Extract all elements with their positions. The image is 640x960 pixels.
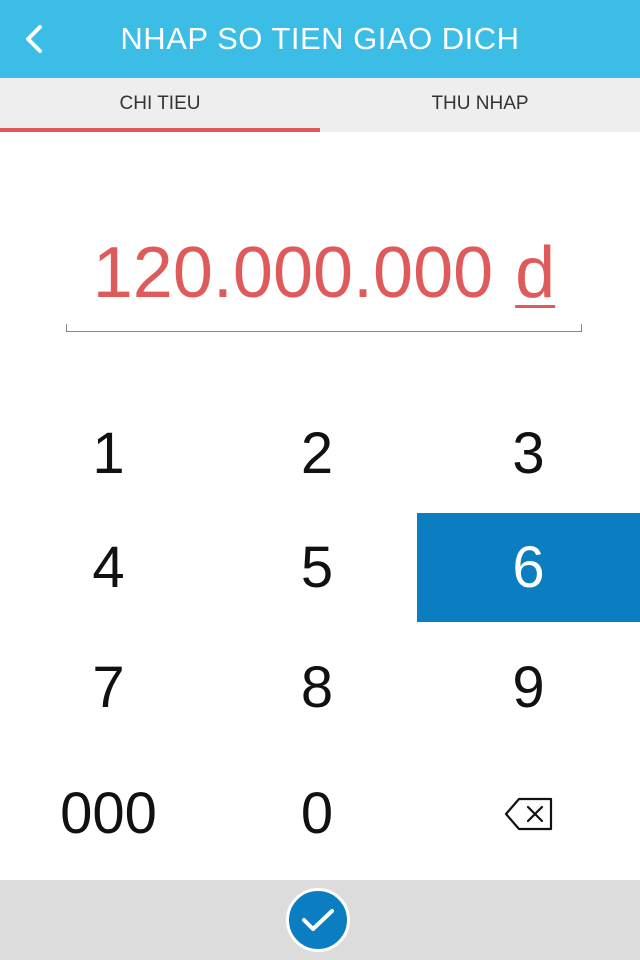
key-2[interactable]: 2 bbox=[217, 394, 417, 513]
currency-symbol: d bbox=[515, 233, 556, 313]
tab-bar: CHI TIEU THU NHAP bbox=[0, 78, 640, 132]
backspace-button[interactable] bbox=[417, 753, 640, 874]
key-5[interactable]: 5 bbox=[217, 513, 417, 622]
checkmark-icon bbox=[302, 909, 334, 931]
key-000[interactable]: 000 bbox=[0, 753, 217, 874]
confirm-button[interactable] bbox=[286, 888, 350, 952]
key-1[interactable]: 1 bbox=[0, 394, 217, 513]
key-3[interactable]: 3 bbox=[417, 394, 640, 513]
key-0[interactable]: 0 bbox=[217, 753, 417, 874]
key-9[interactable]: 9 bbox=[417, 622, 640, 753]
amount-display: 120.000.000 d bbox=[66, 228, 582, 332]
active-tab-indicator bbox=[0, 128, 320, 132]
amount-underline bbox=[66, 324, 582, 332]
amount-text: 120.000.000 d bbox=[66, 228, 582, 318]
tab-label: THU NHAP bbox=[431, 93, 529, 114]
key-7[interactable]: 7 bbox=[0, 622, 217, 753]
page-title: NHAP SO TIEN GIAO DICH bbox=[120, 21, 520, 56]
backspace-icon bbox=[504, 797, 552, 830]
tab-chi-tieu[interactable]: CHI TIEU bbox=[0, 78, 320, 132]
key-4[interactable]: 4 bbox=[0, 513, 217, 622]
key-6[interactable]: 6 bbox=[417, 513, 640, 622]
app-header: NHAP SO TIEN GIAO DICH bbox=[0, 0, 640, 78]
number-keypad: 1 2 3 4 5 6 7 8 9 000 0 bbox=[0, 394, 640, 874]
footer-bar bbox=[0, 880, 640, 960]
amount-value: 120.000.000 bbox=[92, 233, 494, 313]
key-8[interactable]: 8 bbox=[217, 622, 417, 753]
tab-label: CHI TIEU bbox=[119, 93, 201, 114]
tab-thu-nhap[interactable]: THU NHAP bbox=[320, 78, 640, 132]
